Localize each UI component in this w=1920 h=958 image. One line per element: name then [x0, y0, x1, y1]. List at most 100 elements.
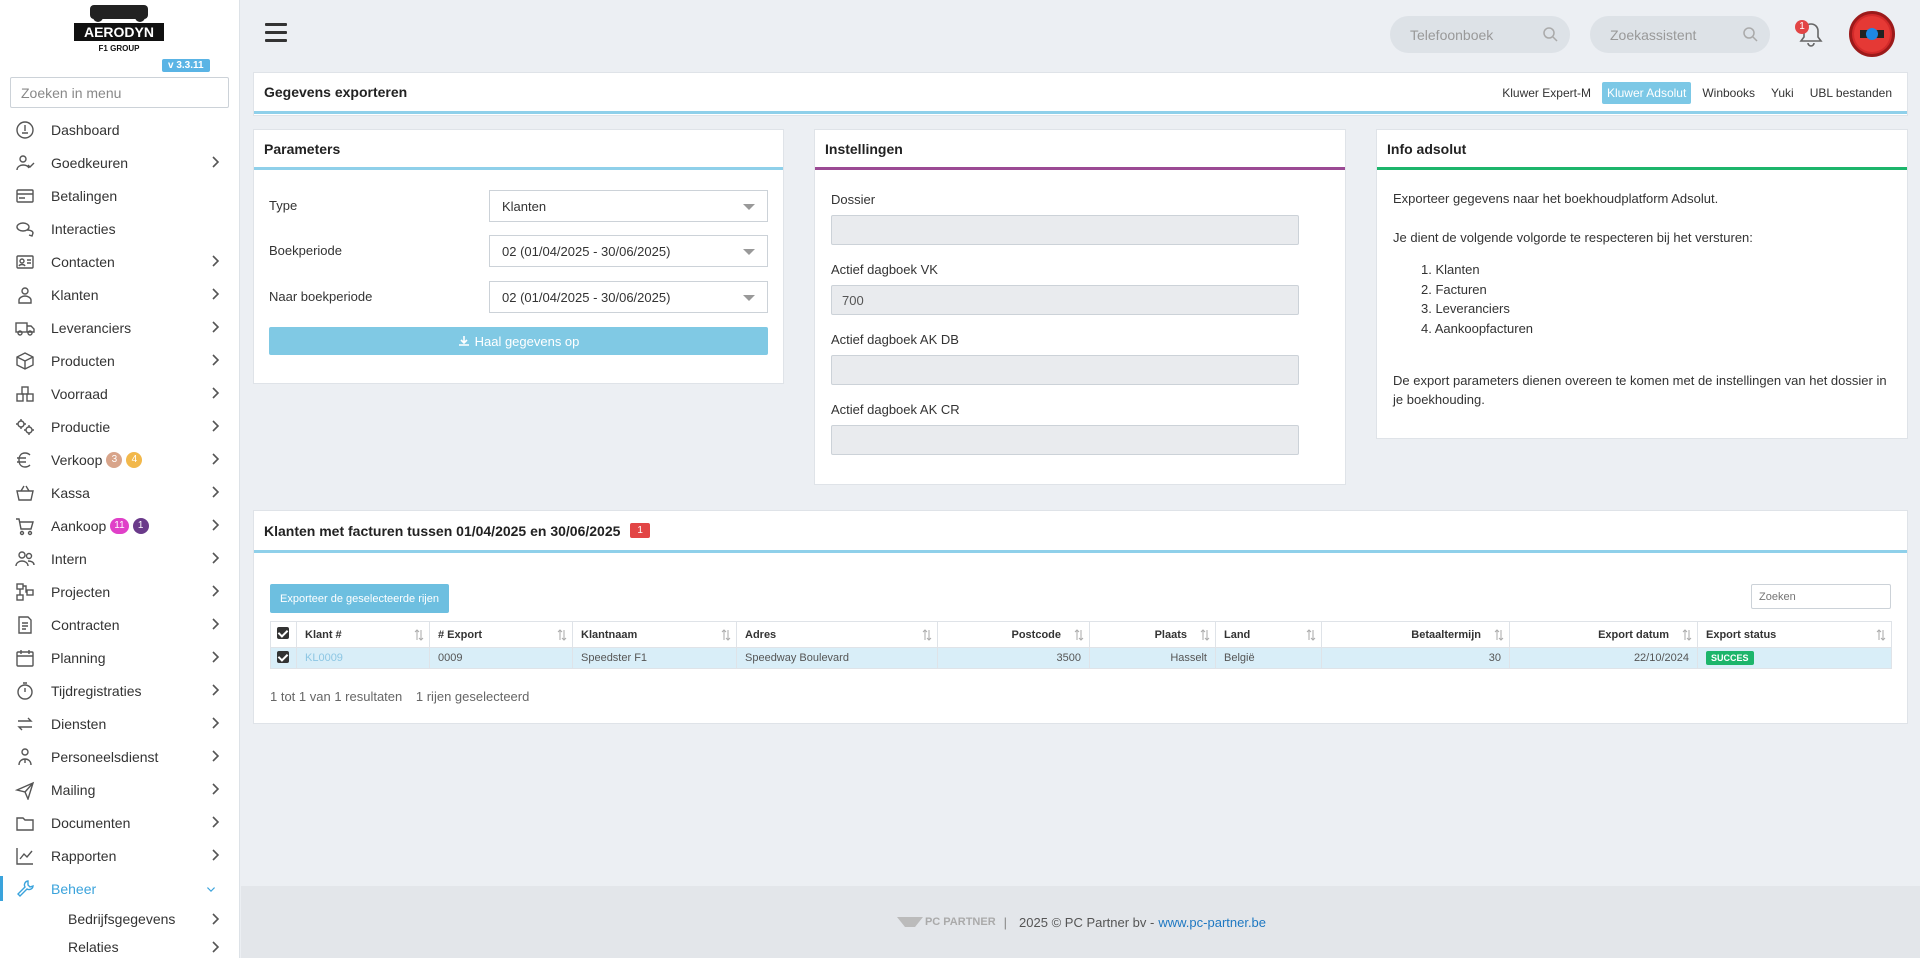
- tab-ubl-bestanden[interactable]: UBL bestanden: [1805, 82, 1897, 104]
- sidebar-item-personeelsdienst[interactable]: Personeelsdienst: [0, 740, 239, 773]
- wrench-icon: [15, 879, 35, 899]
- sidebar-item-aankoop[interactable]: Aankoop 11 1: [0, 509, 239, 542]
- col-export-datum[interactable]: Export datum: [1509, 621, 1698, 648]
- notification-count: 1: [1795, 20, 1809, 34]
- sidebar-item-dashboard[interactable]: Dashboard: [0, 113, 239, 146]
- tab-kluwer-adsolut[interactable]: Kluwer Adsolut: [1601, 82, 1692, 104]
- sidebar-item-producten[interactable]: Producten: [0, 344, 239, 377]
- sidebar-item-contacten[interactable]: Contacten: [0, 245, 239, 278]
- type-select-value: Klanten: [502, 198, 547, 214]
- cell-klant-link[interactable]: KL0009: [296, 647, 430, 669]
- cell-land: België: [1215, 647, 1322, 669]
- sidebar-item-planning[interactable]: Planning: [0, 641, 239, 674]
- notifications-button[interactable]: 1: [1795, 20, 1824, 48]
- sidebar-item-leveranciers[interactable]: Leveranciers: [0, 311, 239, 344]
- sidebar-item-goedkeuren[interactable]: Goedkeuren: [0, 146, 239, 179]
- col-plaats[interactable]: Plaats: [1089, 621, 1216, 648]
- fetch-data-button[interactable]: Haal gegevens op: [269, 327, 768, 355]
- chevron-right-icon: [210, 815, 220, 829]
- count-badge: 1: [132, 517, 149, 534]
- akdb-field[interactable]: [831, 355, 1299, 385]
- phonebook-search[interactable]: Telefoonboek: [1390, 16, 1570, 53]
- footer-link[interactable]: www.pc-partner.be: [1158, 915, 1266, 930]
- col-adres[interactable]: Adres: [736, 621, 938, 648]
- sidebar-item-label: Mailing: [51, 781, 96, 798]
- sidebar-subitem-bedrijfsgegevens[interactable]: Bedrijfsgegevens: [0, 905, 239, 933]
- sidebar-item-beheer[interactable]: Beheer: [0, 872, 239, 905]
- sort-icon: [1876, 629, 1886, 641]
- company-logo[interactable]: AERODYN F1 GROUP: [72, 3, 166, 55]
- col-label: Klantnaam: [581, 628, 638, 641]
- parameters-panel: Parameters Type Klanten Boekperiode 02 (…: [253, 129, 784, 384]
- akcr-label: Actief dagboek AK CR: [831, 402, 960, 417]
- boekperiode-select[interactable]: 02 (01/04/2025 - 30/06/2025): [489, 235, 768, 267]
- cart-icon: [15, 516, 35, 536]
- dashboard-icon: [15, 120, 35, 140]
- sidebar-item-tijdregistraties[interactable]: Tijdregistraties: [0, 674, 239, 707]
- chart-icon: [15, 846, 35, 866]
- sidebar-item-label: Verkoop: [51, 451, 103, 468]
- sort-icon: [557, 629, 567, 641]
- avatar[interactable]: [1849, 11, 1895, 57]
- tab-winbooks[interactable]: Winbooks: [1697, 82, 1760, 104]
- chevron-right-icon: [210, 716, 220, 730]
- sidebar-item-projecten[interactable]: Projecten: [0, 575, 239, 608]
- sidebar-item-contracten[interactable]: Contracten: [0, 608, 239, 641]
- sidebar-subitem-label: Bedrijfsgegevens: [68, 911, 176, 927]
- col-betaaltermijn[interactable]: Betaaltermijn: [1321, 621, 1510, 648]
- sidebar-item-kassa[interactable]: Kassa: [0, 476, 239, 509]
- sidebar-item-betalingen[interactable]: Betalingen: [0, 179, 239, 212]
- table-row[interactable]: KL0009 0009 Speedster F1 Speedway Boulev…: [270, 647, 1892, 669]
- sidebar-item-verkoop[interactable]: Verkoop 3 4: [0, 443, 239, 476]
- pc-partner-logo-icon: [896, 917, 923, 927]
- col-postcode[interactable]: Postcode: [937, 621, 1090, 648]
- sidebar-item-klanten[interactable]: Klanten: [0, 278, 239, 311]
- parameters-title: Parameters: [254, 130, 783, 170]
- phonebook-placeholder: Telefoonboek: [1410, 26, 1494, 43]
- sidebar-item-intern[interactable]: Intern: [0, 542, 239, 575]
- chevron-right-icon: [210, 848, 220, 862]
- naar-boekperiode-select[interactable]: 02 (01/04/2025 - 30/06/2025): [489, 281, 768, 313]
- contract-icon: [15, 615, 35, 635]
- footer-brand: PC PARTNER: [924, 916, 996, 928]
- sidebar-item-label: Contacten: [51, 253, 115, 270]
- vk-field[interactable]: 700: [831, 285, 1299, 315]
- search-icon: [1543, 27, 1558, 42]
- cell-postcode: 3500: [937, 647, 1090, 669]
- chevron-right-icon: [210, 287, 220, 301]
- sidebar-item-voorraad[interactable]: Voorraad: [0, 377, 239, 410]
- sidebar-item-documenten[interactable]: Documenten: [0, 806, 239, 839]
- col-klant[interactable]: Klant #: [296, 621, 430, 648]
- akcr-field[interactable]: [831, 425, 1299, 455]
- table-search-input[interactable]: [1751, 584, 1891, 609]
- tab-kluwer-expert-m[interactable]: Kluwer Expert-M: [1497, 82, 1596, 104]
- sidebar-item-diensten[interactable]: Diensten: [0, 707, 239, 740]
- export-selected-button[interactable]: Exporteer de geselecteerde rijen: [270, 584, 449, 613]
- sidebar-item-label: Documenten: [51, 814, 131, 831]
- col-export-status[interactable]: Export status: [1697, 621, 1892, 648]
- dossier-field[interactable]: [831, 215, 1299, 245]
- col-land[interactable]: Land: [1215, 621, 1322, 648]
- chevron-right-icon: [210, 749, 220, 763]
- sidebar-item-label: Tijdregistraties: [51, 682, 142, 699]
- search-assistant[interactable]: Zoekassistent: [1590, 16, 1770, 53]
- sidebar-item-rapporten[interactable]: Rapporten: [0, 839, 239, 872]
- sidebar-item-interacties[interactable]: Interacties: [0, 212, 239, 245]
- sort-icon: [1200, 629, 1210, 641]
- select-all-checkbox[interactable]: [270, 621, 297, 648]
- col-klantnaam[interactable]: Klantnaam: [572, 621, 737, 648]
- type-select[interactable]: Klanten: [489, 190, 768, 222]
- sidebar-subitem-relaties[interactable]: Relaties: [0, 933, 239, 958]
- sort-icon: [922, 629, 932, 641]
- row-checkbox[interactable]: [270, 647, 297, 669]
- menu-toggle-icon[interactable]: [265, 23, 287, 43]
- sidebar-item-productie[interactable]: Productie: [0, 410, 239, 443]
- results-info: 1 tot 1 van 1 resultaten 1 rijen geselec…: [270, 689, 529, 704]
- menu-search-input[interactable]: [10, 77, 229, 108]
- tab-yuki[interactable]: Yuki: [1766, 82, 1799, 104]
- sidebar-item-mailing[interactable]: Mailing: [0, 773, 239, 806]
- info-order-text: Je dient de volgende volgorde te respect…: [1393, 230, 1753, 245]
- sidebar-subitem-label: Relaties: [68, 939, 119, 955]
- col-export[interactable]: # Export: [429, 621, 573, 648]
- col-label: Klant #: [305, 628, 342, 641]
